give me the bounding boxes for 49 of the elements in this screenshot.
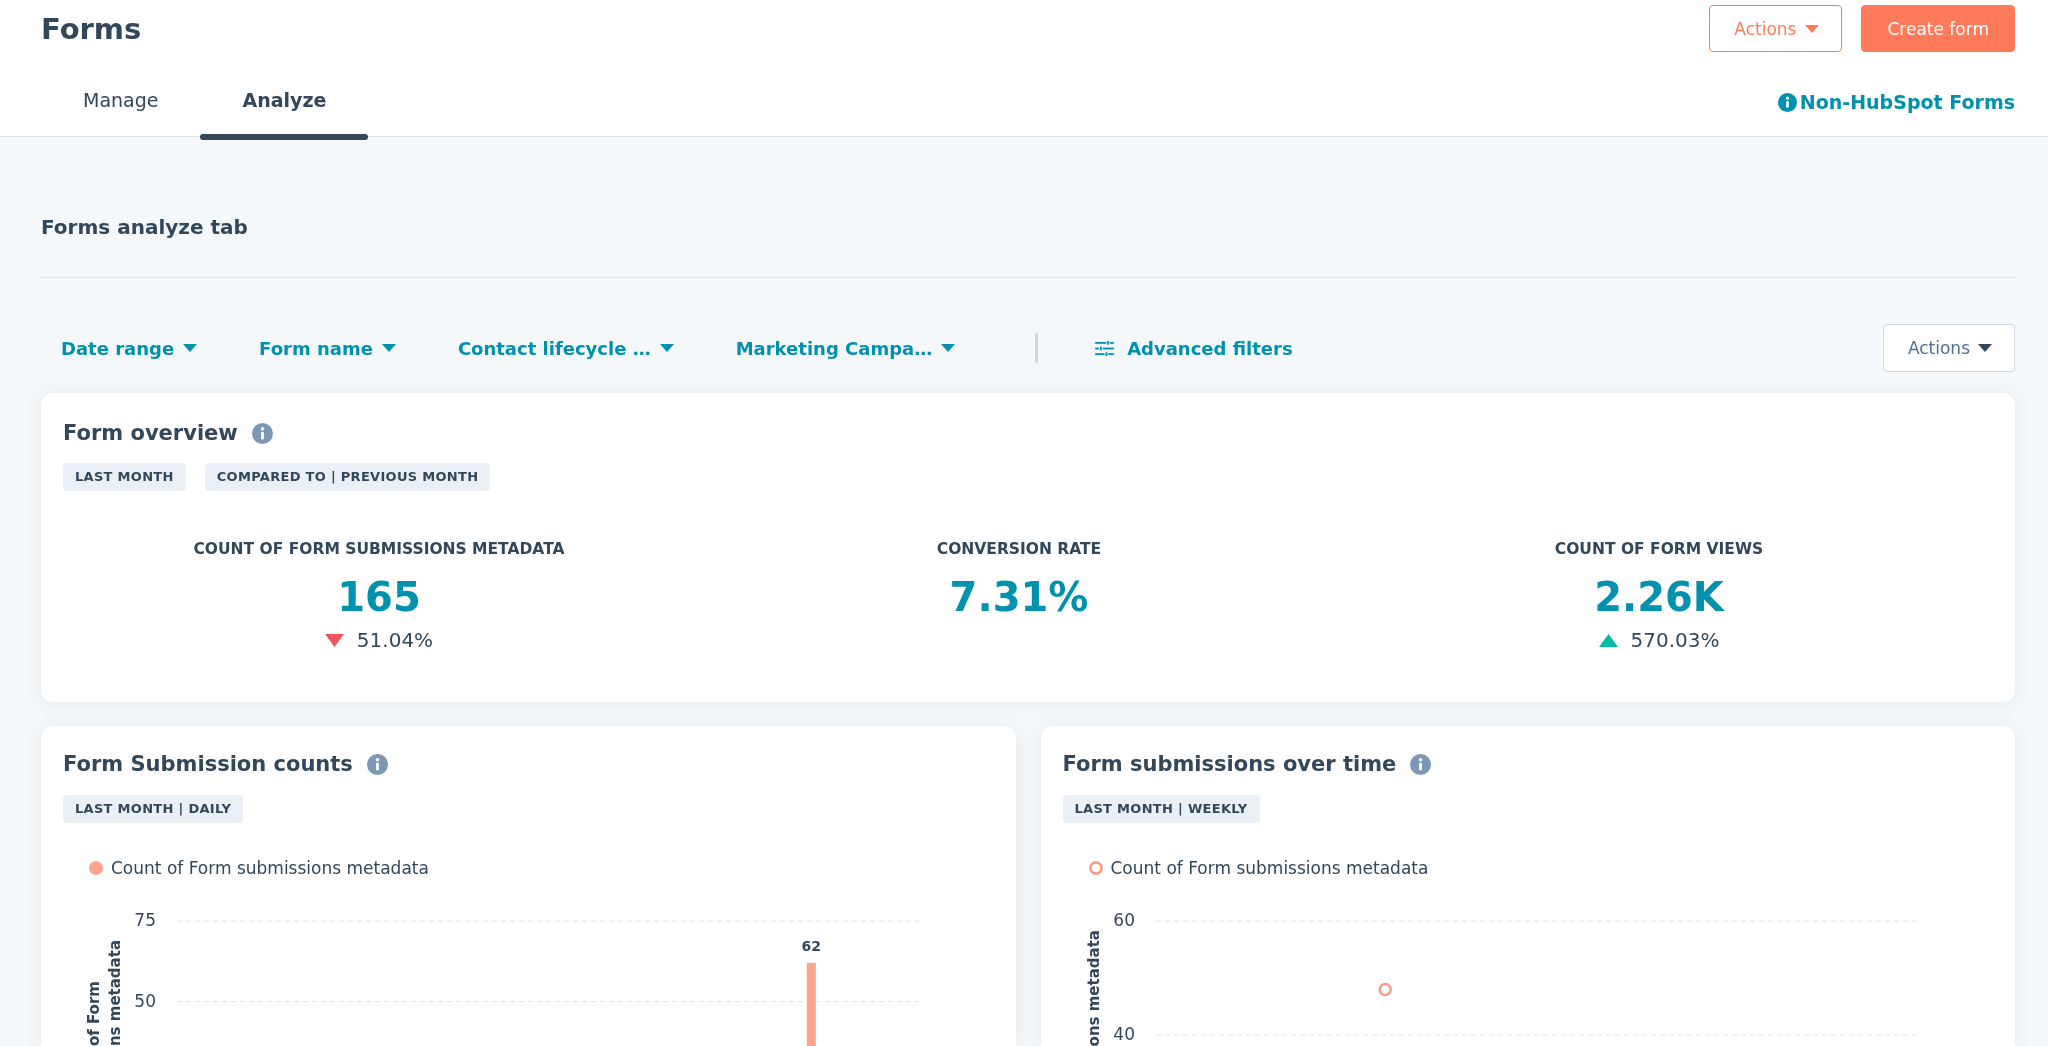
page-title: Forms	[41, 10, 142, 47]
info-icon	[251, 422, 273, 444]
card-title: Form overview	[63, 420, 238, 446]
filter-dropdown[interactable]: Marketing Campa…	[735, 337, 956, 359]
stat-label: COUNT OF FORM VIEWS	[1554, 539, 1764, 559]
period-tag: COMPARED TO | PREVIOUS MONTH	[204, 463, 491, 491]
header-link[interactable]: Non-HubSpot Forms	[1777, 91, 2015, 113]
info-icon	[1410, 753, 1432, 775]
stat-value: 165	[337, 573, 421, 621]
card-title: Form Submission counts	[63, 751, 353, 777]
y-tick-label: 60	[1112, 910, 1135, 930]
dropdown-button[interactable]: Actions	[1709, 5, 1843, 52]
data-point-marker	[1377, 982, 1392, 997]
filter-dropdown[interactable]: Form name	[259, 337, 396, 359]
y-tick-label: 75	[134, 910, 156, 930]
change-percent: 570.03%	[1630, 628, 1720, 652]
change-percent: 51.04%	[356, 628, 434, 652]
stat-value: 2.26K	[1594, 573, 1724, 621]
stat-label: CONVERSION RATE	[936, 539, 1102, 559]
period-tag: LAST MONTH | DAILY	[63, 795, 244, 823]
sliders-icon	[1095, 340, 1115, 356]
y-tick-label: 50	[134, 990, 156, 1011]
legend-label: Count of Form submissions metadata	[1110, 857, 1429, 879]
data-label: 62	[801, 937, 822, 954]
stat-label: COUNT OF FORM SUBMISSIONS METADATA	[193, 539, 565, 559]
y-axis-label: ons metadata	[1083, 929, 1104, 1046]
caret-icon	[1805, 24, 1820, 33]
filter-dropdown[interactable]: Date range	[61, 337, 198, 359]
tab[interactable]: Manage	[41, 66, 201, 140]
primary-button[interactable]: Create form	[1861, 5, 2015, 52]
info-icon	[366, 753, 388, 775]
period-tag: LAST MONTH | WEEKLY	[1062, 795, 1260, 823]
caret-icon	[941, 344, 956, 352]
y-tick-label: 40	[1112, 1024, 1135, 1044]
info-icon	[1777, 92, 1797, 112]
caret-icon	[659, 344, 674, 352]
tab[interactable]: Analyze	[200, 66, 369, 140]
legend-label: Count of Form submissions metadata	[111, 857, 429, 879]
caret-icon	[381, 344, 396, 352]
caret-icon	[1978, 344, 1992, 352]
dropdown-button[interactable]: Actions	[1882, 324, 2015, 372]
period-tag: LAST MONTH	[63, 463, 186, 491]
filters-button[interactable]: Advanced filters	[1095, 337, 1293, 359]
y-axis-label: of Form ns metadata	[84, 939, 125, 1046]
stat-value: 7.31%	[949, 573, 1089, 621]
caret-icon	[183, 344, 198, 352]
card-title: Form submissions over time	[1062, 751, 1397, 777]
filter-dropdown[interactable]: Contact lifecycle …	[457, 337, 674, 359]
section-title: Forms analyze tab	[41, 214, 249, 240]
